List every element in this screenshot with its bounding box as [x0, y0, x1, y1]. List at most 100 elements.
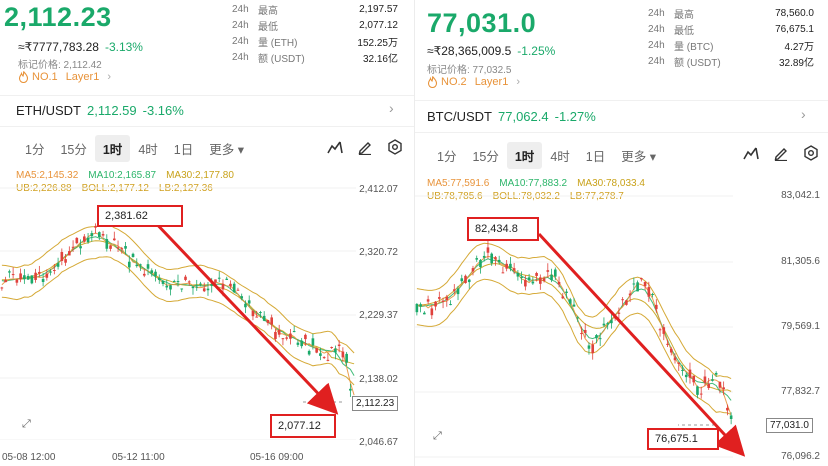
high-price-label: 2,381.62: [105, 210, 148, 222]
tab-interval-15m[interactable]: 15分: [464, 142, 506, 169]
tab-interval-1m[interactable]: 1分: [429, 142, 464, 169]
high-price-callout: 82,434.8: [467, 217, 539, 241]
stat-value: 152.25万: [357, 37, 398, 49]
candle-body: [255, 316, 259, 318]
candle-body: [296, 342, 300, 345]
tab-interval-1h[interactable]: 1时: [94, 135, 131, 162]
category-tag[interactable]: Layer1: [66, 71, 100, 83]
candle-body: [535, 273, 538, 276]
indicator-icon[interactable]: [327, 139, 343, 155]
candle-body: [546, 270, 550, 272]
tag-row[interactable]: NO.2 Layer1 ›: [427, 76, 520, 88]
stat-turnover: 24h 额 (USDT) 32.16亿: [232, 49, 398, 65]
expand-icon[interactable]: ⤢: [22, 418, 31, 431]
candle-body: [460, 278, 464, 282]
candle-body: [688, 369, 692, 378]
candle-body: [8, 271, 11, 273]
candle-body: [281, 338, 285, 340]
stat-key: 量 (ETH): [258, 37, 298, 49]
draw-pen-icon[interactable]: [773, 145, 789, 162]
flame-icon: [18, 71, 29, 83]
stat-value: 78,560.0: [775, 7, 814, 19]
price-change: -3.13%: [104, 40, 143, 54]
candle-body: [479, 260, 482, 268]
x-tick: 05-08 12:00: [2, 452, 56, 463]
tab-interval-15m[interactable]: 15分: [52, 135, 94, 162]
stat-low: 24h 最低 2,077.12: [232, 17, 398, 33]
stat-key: 最高: [258, 5, 278, 17]
pair-row[interactable]: ETH/USDT 2,112.59 -3.16%: [16, 103, 184, 118]
candle-body: [505, 263, 508, 269]
candle-body: [292, 331, 296, 333]
y-tick: 2,138.02: [359, 374, 398, 385]
chevron-right-icon[interactable]: ›: [801, 106, 806, 122]
tab-interval-1h[interactable]: 1时: [506, 142, 543, 169]
candle-body: [415, 303, 419, 313]
stat-volume: 24h 量 (BTC) 4.27万: [648, 37, 814, 53]
ma10-line: [416, 258, 732, 401]
candle-body: [651, 294, 654, 296]
candle-body: [539, 277, 542, 284]
low-price-label: 2,077.12: [278, 420, 321, 432]
high-price-label: 82,434.8: [475, 223, 518, 235]
candle-body: [643, 282, 647, 287]
candle-body: [349, 388, 352, 391]
candle-body: [307, 350, 311, 355]
candle-body: [4, 279, 7, 283]
settings-gear-icon[interactable]: [803, 145, 819, 161]
tab-interval-1m[interactable]: 1分: [17, 135, 52, 162]
candle-body: [681, 369, 684, 371]
draw-pen-icon[interactable]: [357, 139, 373, 156]
tab-interval-4h[interactable]: 4时: [542, 142, 577, 169]
tab-interval-1d[interactable]: 1日: [166, 135, 201, 162]
candle-body: [684, 374, 688, 378]
candle-body: [315, 348, 318, 353]
low-price-callout: 76,675.1: [647, 428, 719, 450]
stat-value: 32.16亿: [362, 53, 398, 65]
candle-body: [225, 278, 229, 280]
expand-icon[interactable]: ⤢: [433, 430, 442, 443]
chevron-right-icon[interactable]: ›: [389, 100, 394, 116]
candle-body: [259, 312, 262, 314]
rank-tag[interactable]: NO.1: [18, 71, 58, 83]
more-intervals-dropdown[interactable]: 更多 ▾: [201, 135, 252, 162]
candle-body: [79, 246, 82, 249]
indicator-icon[interactable]: [743, 145, 759, 161]
tab-interval-1d[interactable]: 1日: [578, 142, 613, 169]
candle-body: [524, 279, 527, 287]
candle-body: [490, 253, 494, 264]
candle-body: [326, 359, 330, 361]
last-price-tag: 77,031.0: [766, 418, 813, 433]
stat-period: 24h: [232, 3, 249, 15]
pair-price: 2,112.59: [87, 103, 137, 118]
candle-body: [722, 387, 725, 390]
candle-body: [557, 281, 561, 285]
candle-body: [285, 337, 288, 339]
category-tag[interactable]: Layer1: [475, 76, 509, 88]
rank-tag[interactable]: NO.2: [427, 76, 467, 88]
candle-body: [662, 327, 666, 334]
candle-body: [419, 304, 422, 307]
tab-interval-4h[interactable]: 4时: [130, 135, 165, 162]
candle-body: [244, 303, 247, 308]
stat-value: 4.27万: [784, 41, 814, 53]
candle-body: [191, 286, 195, 289]
candle-body: [135, 264, 139, 267]
settings-gear-icon[interactable]: [387, 139, 403, 155]
stat-value: 32.89亿: [778, 57, 814, 69]
divider: [415, 132, 828, 133]
more-intervals-dropdown[interactable]: 更多 ▾: [613, 142, 664, 169]
pair-symbol: BTC/USDT: [427, 109, 492, 124]
tag-row[interactable]: NO.1 Layer1 ›: [18, 71, 111, 83]
candle-body: [669, 348, 673, 353]
candle-body: [30, 275, 34, 284]
stat-value: 76,675.1: [775, 23, 814, 35]
candle-body: [262, 315, 266, 321]
candle-body: [105, 239, 109, 249]
candle-body: [322, 357, 326, 359]
low-price-label: 76,675.1: [655, 433, 698, 445]
candle-body: [666, 343, 669, 345]
candle-body: [520, 276, 523, 278]
candle-body: [602, 323, 606, 326]
pair-row[interactable]: BTC/USDT 77,062.4 -1.27%: [427, 109, 596, 124]
